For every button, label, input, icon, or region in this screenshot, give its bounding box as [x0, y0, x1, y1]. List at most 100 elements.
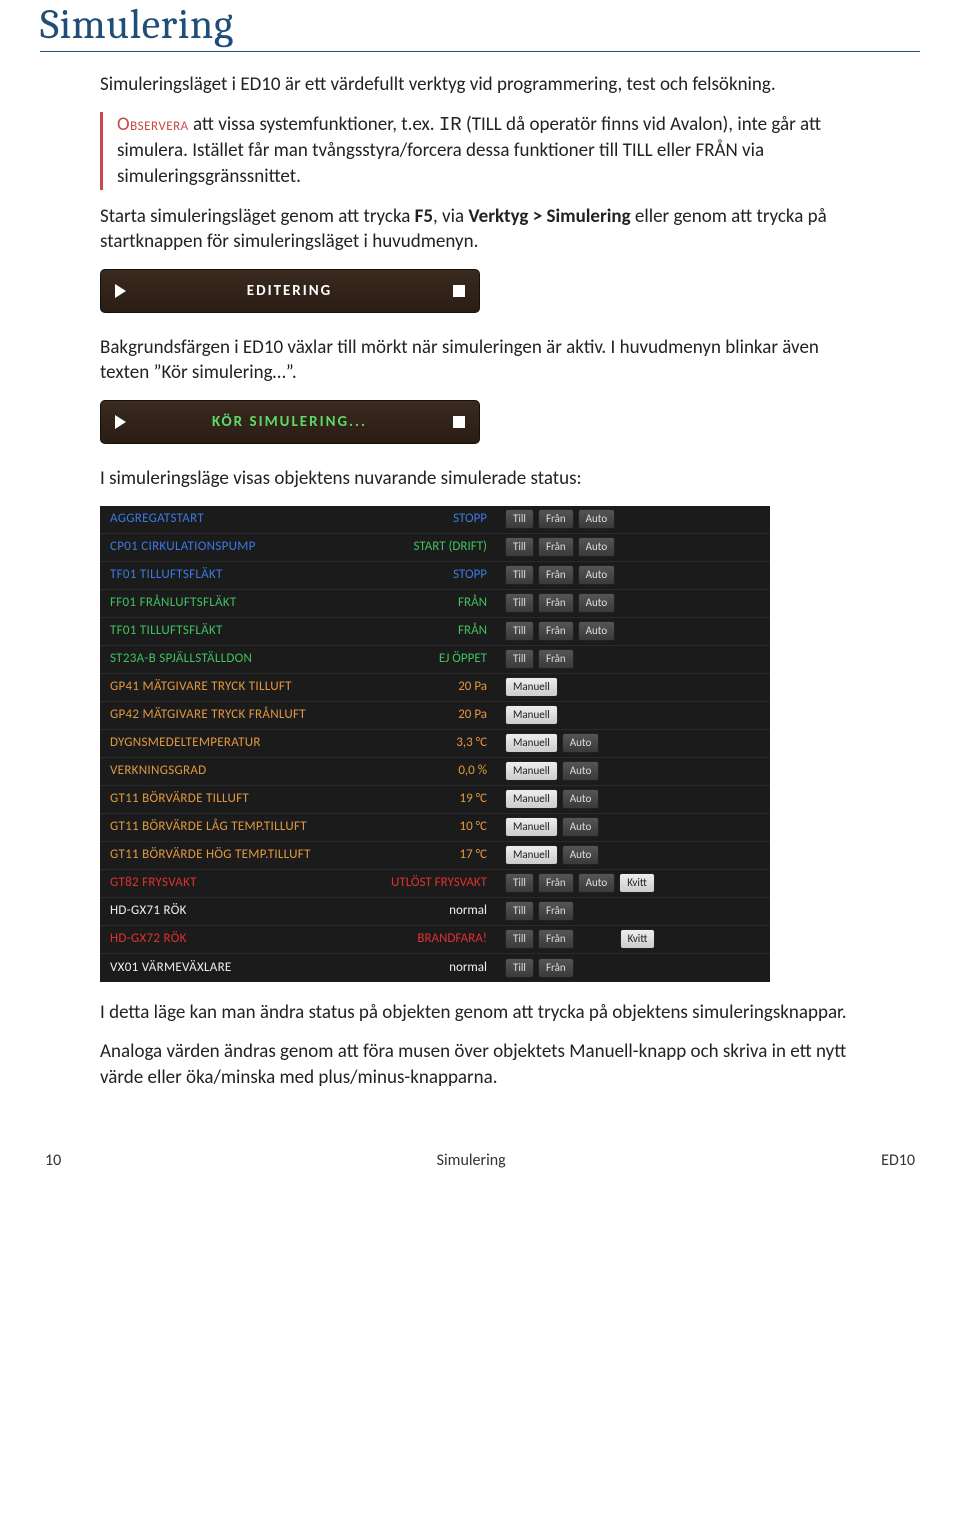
- till-button[interactable]: Till: [505, 873, 534, 893]
- manuell-button[interactable]: Manuell: [505, 733, 558, 753]
- menu-path: Verktyg > Simulering: [468, 205, 630, 228]
- stop-icon[interactable]: [453, 416, 465, 428]
- fran-button[interactable]: Från: [538, 958, 574, 978]
- note-text-1: att vissa systemfunktioner, t.ex.: [189, 113, 439, 136]
- modebar-simulering-label: KÖR SIMULERING...: [144, 412, 435, 432]
- modebar-editering: EDITERING: [100, 269, 480, 313]
- auto-button[interactable]: Auto: [578, 593, 616, 613]
- row-buttons: TillFrån: [505, 649, 770, 669]
- status-intro: I simuleringsläge visas objektens nuvara…: [100, 466, 860, 492]
- table-row: GP42 MÄTGIVARE TRYCK FRÅNLUFT20 PaManuel…: [100, 702, 770, 730]
- row-name: GT11 BÖRVÄRDE TILLUFT: [110, 790, 380, 808]
- till-button[interactable]: Till: [505, 537, 534, 557]
- row-name: VX01 VÄRMEVÄXLARE: [110, 959, 380, 977]
- row-name: GT11 BÖRVÄRDE LÅG TEMP.TILLUFT: [110, 818, 380, 836]
- fran-button[interactable]: Från: [538, 565, 574, 585]
- kvitt-button[interactable]: Kvitt: [620, 929, 656, 949]
- manuell-button[interactable]: Manuell: [505, 817, 558, 837]
- row-buttons: TillFrånAuto: [505, 621, 770, 641]
- row-buttons: TillFrånAuto: [505, 593, 770, 613]
- fran-button[interactable]: Från: [538, 621, 574, 641]
- row-name: ST23A-B SPJÄLLSTÄLLDON: [110, 650, 380, 668]
- manuell-button[interactable]: Manuell: [505, 677, 558, 697]
- till-button[interactable]: Till: [505, 958, 534, 978]
- fran-button[interactable]: Från: [538, 593, 574, 613]
- row-value: UTLÖST FRYSVAKT: [380, 874, 505, 892]
- row-buttons: TillFrånAutoKvitt: [505, 873, 770, 893]
- table-row: GT82 FRYSVAKTUTLÖST FRYSVAKTTillFrånAuto…: [100, 870, 770, 898]
- row-value: FRÅN: [380, 594, 505, 612]
- auto-button[interactable]: Auto: [578, 565, 616, 585]
- till-button[interactable]: Till: [505, 621, 534, 641]
- row-name: TF01 TILLUFTSFLÄKT: [110, 566, 380, 584]
- row-name: GP41 MÄTGIVARE TRYCK TILLUFT: [110, 678, 380, 696]
- table-row: AGGREGATSTARTSTOPPTillFrånAuto: [100, 506, 770, 534]
- row-buttons: TillFrånAuto: [505, 509, 770, 529]
- row-name: GT11 BÖRVÄRDE HÖG TEMP.TILLUFT: [110, 846, 380, 864]
- modebar-editering-label: EDITERING: [144, 281, 435, 301]
- row-value: 19 °C: [380, 790, 505, 808]
- table-row: GT11 BÖRVÄRDE LÅG TEMP.TILLUFT10 °CManue…: [100, 814, 770, 842]
- auto-button[interactable]: Auto: [562, 761, 600, 781]
- fran-button[interactable]: Från: [538, 537, 574, 557]
- table-row: HD-GX71 RÖKnormalTillFrån: [100, 898, 770, 926]
- auto-button[interactable]: Auto: [562, 817, 600, 837]
- till-button[interactable]: Till: [505, 509, 534, 529]
- row-value: 3,3 °C: [380, 734, 505, 752]
- row-value: STOPP: [380, 510, 505, 528]
- fran-button[interactable]: Från: [538, 873, 574, 893]
- auto-button[interactable]: Auto: [578, 509, 616, 529]
- fran-button[interactable]: Från: [538, 929, 574, 949]
- table-row: TF01 TILLUFTSFLÄKTFRÅNTillFrånAuto: [100, 618, 770, 646]
- row-buttons: ManuellAuto: [505, 733, 770, 753]
- row-buttons: TillFrånAuto: [505, 565, 770, 585]
- row-value: 0,0 %: [380, 762, 505, 780]
- stop-icon[interactable]: [453, 285, 465, 297]
- modebar-simulering: KÖR SIMULERING...: [100, 400, 480, 444]
- observe-note: Observera att vissa systemfunktioner, t.…: [100, 112, 860, 190]
- row-value: START (DRIFT): [380, 538, 505, 556]
- footer-right: ED10: [881, 1151, 915, 1170]
- till-button[interactable]: Till: [505, 929, 534, 949]
- play-icon[interactable]: [115, 284, 126, 298]
- till-button[interactable]: Till: [505, 593, 534, 613]
- fran-button[interactable]: Från: [538, 509, 574, 529]
- row-value: 10 °C: [380, 818, 505, 836]
- row-value: normal: [380, 959, 505, 977]
- outro-2: Analoga värden ändras genom att föra mus…: [100, 1039, 860, 1090]
- table-row: VX01 VÄRMEVÄXLAREnormalTillFrån: [100, 954, 770, 982]
- manuell-button[interactable]: Manuell: [505, 705, 558, 725]
- auto-button[interactable]: Auto: [562, 845, 600, 865]
- row-value: normal: [380, 902, 505, 920]
- row-value: 17 °C: [380, 846, 505, 864]
- manuell-button[interactable]: Manuell: [505, 761, 558, 781]
- kvitt-button[interactable]: Kvitt: [619, 873, 655, 893]
- fran-button[interactable]: Från: [538, 901, 574, 921]
- row-buttons: Manuell: [505, 705, 770, 725]
- auto-button[interactable]: Auto: [578, 621, 616, 641]
- till-button[interactable]: Till: [505, 901, 534, 921]
- auto-button[interactable]: Auto: [562, 789, 600, 809]
- manuell-button[interactable]: Manuell: [505, 845, 558, 865]
- manuell-button[interactable]: Manuell: [505, 789, 558, 809]
- row-value: FRÅN: [380, 622, 505, 640]
- till-button[interactable]: Till: [505, 565, 534, 585]
- row-value: 20 Pa: [380, 706, 505, 724]
- auto-button[interactable]: Auto: [578, 537, 616, 557]
- row-name: FF01 FRÅNLUFTSFLÄKT: [110, 594, 380, 612]
- row-name: GP42 MÄTGIVARE TRYCK FRÅNLUFT: [110, 706, 380, 724]
- row-name: AGGREGATSTART: [110, 510, 380, 528]
- row-buttons: ManuellAuto: [505, 817, 770, 837]
- row-value: EJ ÖPPET: [380, 650, 505, 668]
- page-footer: 10 Simulering ED10: [40, 1151, 920, 1170]
- table-row: GT11 BÖRVÄRDE TILLUFT19 °CManuellAuto: [100, 786, 770, 814]
- till-button[interactable]: Till: [505, 649, 534, 669]
- auto-button[interactable]: Auto: [562, 733, 600, 753]
- table-row: CP01 CIRKULATIONSPUMPSTART (DRIFT)TillFr…: [100, 534, 770, 562]
- row-buttons: ManuellAuto: [505, 761, 770, 781]
- fran-button[interactable]: Från: [538, 649, 574, 669]
- row-name: VERKNINGSGRAD: [110, 762, 380, 780]
- auto-button[interactable]: Auto: [578, 873, 616, 893]
- row-buttons: TillFrån: [505, 958, 770, 978]
- play-icon[interactable]: [115, 415, 126, 429]
